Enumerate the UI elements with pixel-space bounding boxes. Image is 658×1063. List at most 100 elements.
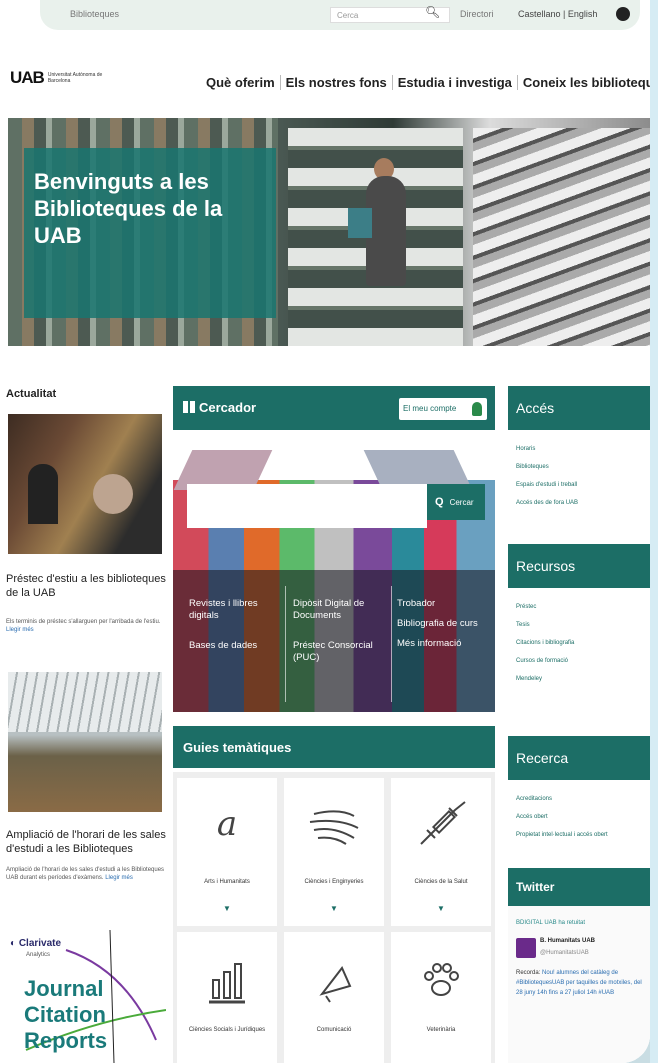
link-horaris[interactable]: Horaris — [516, 440, 578, 458]
guide-arts-humanitats[interactable]: a Arts i Humanitats ▼ — [177, 778, 277, 926]
news-title-1[interactable]: Préstec d'estiu a les biblioteques de la… — [6, 572, 166, 600]
catalog-search-button[interactable]: Q Cercar — [427, 484, 485, 520]
chevron-down-icon: ▼ — [437, 904, 445, 913]
twitter-header: Twitter — [508, 868, 650, 906]
hero-book — [348, 208, 372, 238]
uab-logo[interactable]: UAB Universitat Autònoma de Barcelona — [10, 68, 108, 88]
search-panel-title: Cercador — [199, 400, 257, 415]
twitter-feed[interactable]: BDIGITAL UAB ha retuitat B. Humanitats U… — [508, 906, 650, 1063]
catalog-search-input[interactable] — [187, 484, 427, 528]
tweet-body-lead: Recorda: — [516, 970, 543, 976]
retweet-label: BDIGITAL UAB ha retuitat — [516, 920, 586, 926]
link-acces-fora[interactable]: Accés des de fora UAB — [516, 494, 578, 512]
hero-person — [366, 176, 406, 286]
nav-item-que-oferim[interactable]: Què oferim — [206, 75, 281, 90]
link-prestec-consorcial[interactable]: Préstec Consorcial (PUC) — [293, 640, 385, 664]
link-acreditacions[interactable]: Acreditacions — [516, 790, 608, 808]
link-acces-obert[interactable]: Accés obert — [516, 808, 608, 826]
link-prestec[interactable]: Préstec — [516, 598, 574, 616]
news-title-2[interactable]: Ampliació de l'horari de les sales d'est… — [6, 828, 166, 856]
top-crumb-link[interactable]: Biblioteques — [70, 9, 119, 19]
subject-guides-grid: a Arts i Humanitats ▼ Ciències i Enginye… — [173, 772, 495, 1063]
nav-item-fons[interactable]: Els nostres fons — [281, 75, 393, 90]
search-icon: Q — [435, 496, 444, 508]
link-tesis[interactable]: Tesis — [516, 616, 574, 634]
news-image-ceiling — [8, 672, 162, 732]
hero-photo-stairs — [473, 128, 650, 346]
search-icon[interactable]: 🔍︎ — [425, 5, 440, 19]
megaphone-icon — [319, 966, 352, 1003]
hero-title: Benvinguts a les Biblioteques de la UAB — [24, 148, 276, 318]
logo-mark: UAB — [10, 68, 45, 87]
clarivate-brand-sub: Analytics — [26, 952, 51, 958]
paw-icon — [424, 963, 459, 996]
nav-item-coneix[interactable]: Coneix les biblioteques — [518, 75, 650, 90]
link-cursos[interactable]: Cursos de formació — [516, 652, 574, 670]
news-summary-2: Ampliació de l'horari de les sales d'est… — [6, 867, 165, 881]
tweet-body: Recorda: Nou! alumnes del catàleg de #Bi… — [516, 968, 646, 998]
news-text-1: Els terminis de préstec s'allarguen per … — [6, 618, 166, 634]
news-image-2[interactable] — [8, 672, 162, 812]
nav-item-estudia[interactable]: Estudia i investiga — [393, 75, 518, 90]
news-summary-1: Els terminis de préstec s'allarguen per … — [6, 619, 161, 625]
guide-label: Comunicació — [316, 1027, 352, 1033]
news-heading: Actualitat — [6, 388, 57, 400]
news-more-link-1[interactable]: Llegir més — [6, 627, 34, 633]
recerca-links: Acreditacions Accés obert Propietat inte… — [516, 790, 608, 844]
guide-label: Ciències i Enginyeries — [304, 879, 364, 885]
clarivate-jcr-banner[interactable]: ◐ Clarivate Analytics Journal Citation R… — [6, 930, 166, 1063]
news-image-figure — [28, 464, 58, 524]
chevron-down-icon: ▼ — [223, 904, 231, 913]
link-bases-dades[interactable]: Bases de dades — [189, 640, 279, 652]
clarivate-brand: ◐ Clarivate — [10, 938, 62, 949]
divider — [285, 586, 286, 702]
guide-ciencies-salut[interactable]: Ciències de la Salut ▼ — [391, 778, 491, 926]
link-mes-informacio[interactable]: Més informació — [397, 638, 491, 650]
guide-label: Arts i Humanitats — [204, 879, 250, 885]
news-image-1[interactable] — [8, 414, 162, 554]
tweet-handle[interactable]: @HumanitatsUAB — [540, 950, 589, 956]
right-sidebar: Accés Horaris Biblioteques Espais d'estu… — [508, 386, 650, 1063]
guide-comunicacio[interactable]: Comunicació — [284, 932, 384, 1063]
link-propietat[interactable]: Propietat intel·lectual i accés obert — [516, 826, 608, 844]
guide-label: Ciències Socials i Jurídiques — [188, 1027, 266, 1033]
main-navigation: Què oferim Els nostres fons Estudia i in… — [206, 75, 650, 90]
guide-ciencies-enginyeries[interactable]: Ciències i Enginyeries ▼ — [284, 778, 384, 926]
language-switcher[interactable]: Castellano | English — [518, 9, 597, 19]
news-text-2: Ampliació de l'horari de les sales d'est… — [6, 866, 166, 882]
news-image-figure — [93, 474, 133, 514]
news-more-link-2[interactable]: Llegir més — [105, 875, 133, 881]
bar-chart-icon — [209, 963, 245, 1004]
wind-icon — [309, 810, 359, 845]
grid-icon — [183, 401, 195, 413]
avatar[interactable] — [516, 938, 536, 958]
link-bibliografia-curs[interactable]: Bibliografia de curs — [397, 618, 491, 630]
link-mendeley[interactable]: Mendeley — [516, 670, 574, 688]
user-menu-icon[interactable] — [616, 7, 630, 21]
browser-page: Biblioteques Cerca 🔍︎ Directori Castella… — [0, 0, 650, 1063]
guide-ciencies-socials[interactable]: Ciències Socials i Jurídiques — [177, 932, 277, 1063]
recerca-header: Recerca — [508, 736, 650, 780]
link-espais-estudi[interactable]: Espais d'estudi i treball — [516, 476, 578, 494]
guide-veterinaria[interactable]: Veterinària — [391, 932, 491, 1063]
guide-label: Veterinària — [426, 1027, 456, 1033]
search-panel: Cercador El meu compte Q Cercar Revistes … — [173, 386, 495, 712]
user-icon — [472, 402, 482, 416]
my-account-button[interactable]: El meu compte — [399, 398, 487, 420]
link-diposit-digital[interactable]: Dipòsit Digital de Documents — [293, 598, 385, 622]
link-biblioteques[interactable]: Biblioteques — [516, 458, 578, 476]
directory-link[interactable]: Directori — [460, 9, 494, 19]
acces-header: Accés — [508, 386, 650, 430]
my-account-label: El meu compte — [403, 404, 457, 413]
link-revistes[interactable]: Revistes i llibres digitals — [189, 598, 279, 622]
window-edge — [650, 0, 658, 1063]
link-trobador[interactable]: Trobador — [397, 598, 491, 610]
recursos-header: Recursos — [508, 544, 650, 588]
top-utility-bar: Biblioteques Cerca 🔍︎ Directori Castella… — [40, 0, 640, 30]
tweet-author[interactable]: B. Humanitats UAB — [540, 938, 595, 944]
search-button-label: Cercar — [449, 498, 474, 507]
chevron-down-icon: ▼ — [330, 904, 338, 913]
link-citacions[interactable]: Citacions i bibliografia — [516, 634, 574, 652]
letter-a-icon: a — [216, 804, 238, 844]
jcr-title: Journal Citation Reports — [24, 976, 108, 1053]
